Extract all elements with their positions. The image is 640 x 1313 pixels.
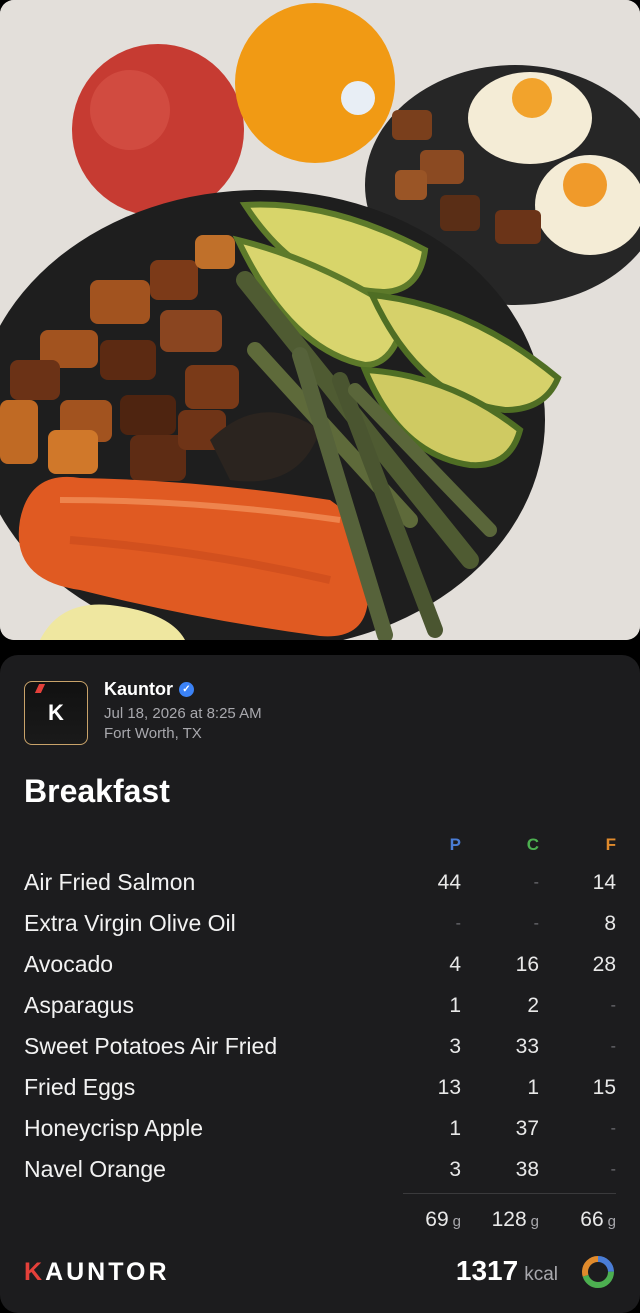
protein-value: 3 — [449, 1158, 461, 1181]
fat-value: 8 — [604, 912, 616, 935]
protein-value: 13 — [437, 1076, 461, 1099]
kauntor-logo-icon[interactable]: K — [24, 681, 88, 745]
fat-value: - — [610, 1038, 616, 1055]
carbs-value: 16 — [515, 953, 539, 976]
carbs-value: 37 — [515, 1117, 539, 1140]
fat-total: 66 g — [526, 1208, 616, 1232]
food-row[interactable]: Extra Virgin Olive Oil - - 8 — [24, 906, 616, 947]
food-row[interactable]: Navel Orange 3 38 - — [24, 1152, 616, 1193]
brand-name: KAUNTOR — [24, 1258, 170, 1286]
meal-photo-illustration — [0, 0, 640, 640]
food-list: Air Fried Salmon 44 - 14 Extra Virgin Ol… — [24, 865, 616, 1193]
macro-ring-icon — [582, 1256, 614, 1288]
carbs-value: 38 — [515, 1158, 539, 1181]
post-author[interactable]: Kauntor ✓ — [104, 679, 262, 700]
fat-value: - — [610, 1120, 616, 1137]
fat-value: 15 — [592, 1076, 616, 1099]
meal-title: Breakfast — [24, 773, 170, 809]
carbs-value: 2 — [527, 994, 539, 1017]
carbs-value: 33 — [515, 1035, 539, 1058]
fat-total-value: 66 — [580, 1208, 604, 1231]
carbs-value: - — [533, 915, 539, 932]
food-name: Air Fried Salmon — [24, 869, 196, 895]
protein-value: - — [455, 915, 461, 932]
protein-value: 4 — [449, 953, 461, 976]
food-row[interactable]: Air Fried Salmon 44 - 14 — [24, 865, 616, 906]
food-row[interactable]: Fried Eggs 13 1 15 — [24, 1070, 616, 1111]
food-name: Extra Virgin Olive Oil — [24, 910, 236, 936]
calorie-unit: kcal — [524, 1264, 558, 1285]
fat-value: 28 — [592, 953, 616, 976]
food-row[interactable]: Asparagus 1 2 - — [24, 988, 616, 1029]
protein-value: 3 — [449, 1035, 461, 1058]
brand-rest: AUNTOR — [45, 1258, 170, 1286]
food-name: Fried Eggs — [24, 1074, 136, 1100]
brand-wordmark[interactable]: KAUNTOR — [24, 1258, 170, 1287]
protein-value: 1 — [449, 994, 461, 1017]
post-header: Kauntor ✓ Jul 18, 2026 at 8:25 AM Fort W… — [104, 679, 262, 742]
food-name: Asparagus — [24, 992, 134, 1018]
fat-value: 14 — [592, 871, 616, 894]
logo-letter: K — [48, 700, 64, 725]
logo-accent — [34, 684, 46, 693]
carbs-total-value: 128 — [491, 1208, 527, 1231]
food-name: Avocado — [24, 951, 114, 977]
post-date: Jul 18, 2026 at 8:25 AM — [104, 705, 262, 722]
food-name: Sweet Potatoes Air Fried — [24, 1033, 278, 1059]
fat-value: - — [610, 997, 616, 1014]
protein-total: 69 g — [371, 1208, 461, 1232]
fat-total-unit: g — [607, 1213, 616, 1230]
column-header-carbs: C — [526, 835, 539, 854]
totals-divider — [403, 1193, 616, 1194]
verified-check-icon: ✓ — [179, 682, 194, 697]
fat-value: - — [610, 1161, 616, 1178]
calorie-total: 1317 kcal — [456, 1255, 558, 1287]
meal-photo — [0, 0, 640, 640]
food-row[interactable]: Honeycrisp Apple 1 37 - — [24, 1111, 616, 1152]
food-row[interactable]: Avocado 4 16 28 — [24, 947, 616, 988]
carbs-value: 1 — [527, 1076, 539, 1099]
carbs-value: - — [533, 874, 539, 891]
food-row[interactable]: Sweet Potatoes Air Fried 3 33 - — [24, 1029, 616, 1070]
calorie-value: 1317 — [455, 1255, 519, 1286]
column-header-protein: P — [449, 835, 461, 854]
food-name: Honeycrisp Apple — [24, 1115, 203, 1141]
post-location: Fort Worth, TX — [104, 725, 202, 742]
author-name[interactable]: Kauntor — [104, 679, 173, 700]
column-header-fat: F — [605, 835, 616, 854]
protein-value: 44 — [437, 871, 461, 894]
protein-value: 1 — [449, 1117, 461, 1140]
protein-total-value: 69 — [425, 1208, 449, 1231]
brand-initial: K — [24, 1258, 46, 1286]
meal-card: K Kauntor ✓ Jul 18, 2026 at 8:25 AM Fort… — [0, 655, 640, 1313]
food-name: Navel Orange — [24, 1156, 166, 1182]
